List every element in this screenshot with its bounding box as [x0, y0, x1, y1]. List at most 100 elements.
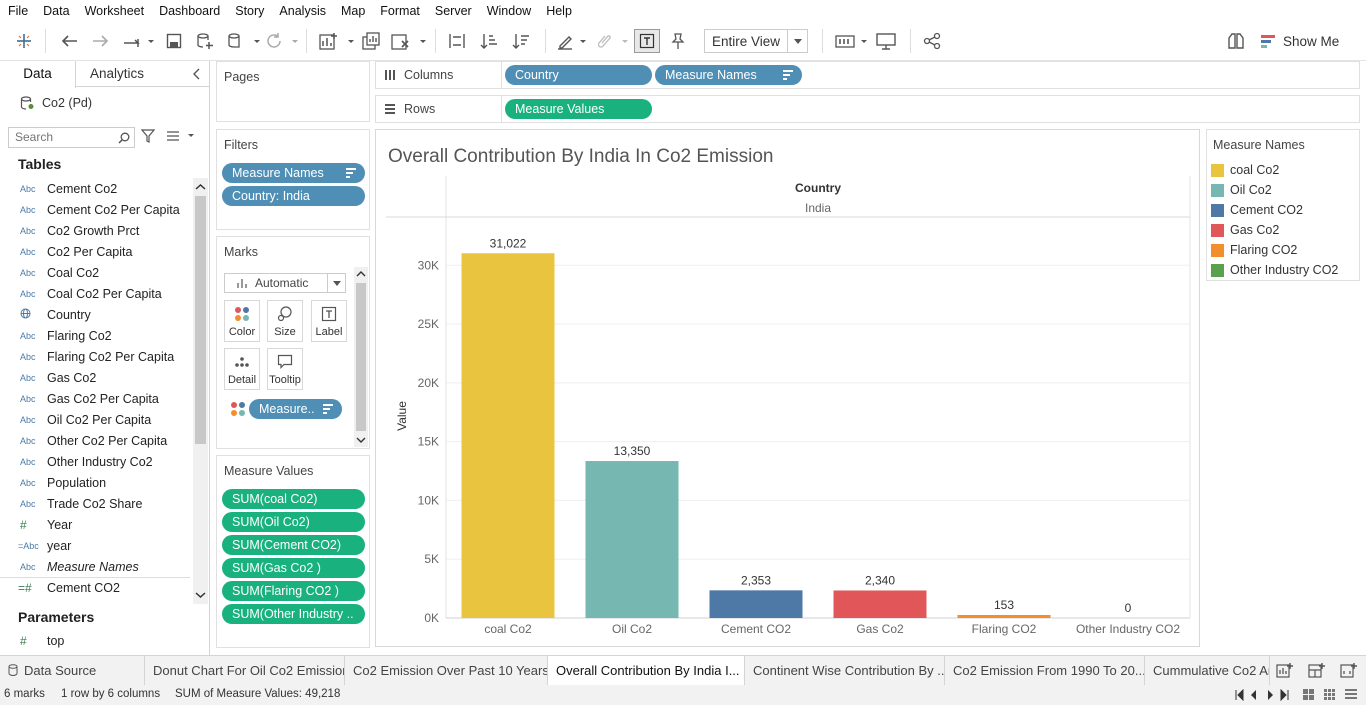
legend-item[interactable]: Gas Co2	[1211, 220, 1279, 240]
field-item[interactable]: Abc Other Industry Co2	[0, 451, 190, 472]
field-item[interactable]: Abc Other Co2 Per Capita	[0, 430, 190, 451]
field-item[interactable]: Abc Trade Co2 Share	[0, 493, 190, 514]
refresh-icon[interactable]	[264, 29, 300, 53]
redo-icon[interactable]	[90, 29, 112, 53]
field-item[interactable]: Abc Gas Co2 Per Capita	[0, 388, 190, 409]
measure-value-pill[interactable]: SUM(Oil Co2)	[222, 512, 365, 532]
menu-window[interactable]: Window	[479, 4, 538, 18]
tab-data-source[interactable]: Data Source	[0, 656, 145, 686]
bar[interactable]	[957, 615, 1051, 618]
field-list-scrollbar[interactable]	[193, 178, 208, 604]
field-item[interactable]: Country	[0, 304, 190, 325]
field-item[interactable]: Abc Cement Co2	[0, 178, 190, 199]
sheet-tab[interactable]: Donut Chart For Oil Co2 Emission	[145, 656, 345, 686]
color-legend[interactable]: Measure Names coal Co2 Oil Co2 Cement CO2 G…	[1206, 129, 1360, 281]
field-item[interactable]: Abc Cement Co2 Per Capita	[0, 199, 190, 220]
legend-item[interactable]: coal Co2	[1211, 160, 1279, 180]
menu-server[interactable]: Server	[427, 4, 479, 18]
collapse-pane-icon[interactable]	[192, 61, 206, 87]
share-icon[interactable]	[920, 29, 944, 53]
scrollbar-thumb[interactable]	[356, 283, 366, 431]
replay-icon[interactable]	[120, 29, 156, 53]
bar[interactable]	[461, 253, 555, 619]
column-header-value[interactable]: India	[805, 201, 831, 215]
menu-map[interactable]: Map	[333, 4, 372, 18]
highlight-icon[interactable]	[556, 29, 588, 53]
clear-sheet-icon[interactable]	[390, 29, 428, 53]
field-item[interactable]: Abc Oil Co2 Per Capita	[0, 409, 190, 430]
filters-shelf[interactable]: Filters Measure Names Country: India	[216, 129, 370, 230]
marks-scrollbar[interactable]	[354, 267, 368, 447]
mark-type-dropdown[interactable]: Automatic	[224, 273, 346, 293]
tab-data[interactable]: Data	[0, 61, 76, 88]
scroll-up-icon[interactable]	[193, 181, 208, 193]
view-options-icon[interactable]	[166, 129, 196, 146]
sheet-tab[interactable]: Continent Wise Contribution By ...	[745, 656, 945, 686]
tooltip-button[interactable]: Tooltip	[267, 348, 303, 390]
legend-item[interactable]: Oil Co2	[1211, 180, 1272, 200]
field-item[interactable]: Abc Coal Co2 Per Capita	[0, 283, 190, 304]
fit-dropdown[interactable]: Entire View	[704, 29, 808, 53]
bar[interactable]	[709, 590, 803, 618]
sheet-tab[interactable]: Cummulative Co2 An	[1145, 656, 1270, 686]
measure-value-pill[interactable]: SUM(coal Co2)	[222, 489, 365, 509]
field-item[interactable]: Abc Coal Co2	[0, 262, 190, 283]
binoculars-icon[interactable]	[1224, 29, 1248, 53]
new-story-tab-icon[interactable]	[1340, 662, 1358, 683]
search-input[interactable]	[9, 128, 109, 146]
field-item[interactable]: Abc Population	[0, 472, 190, 493]
color-button[interactable]: Color	[224, 300, 260, 342]
columns-shelf[interactable]: Columns Country Measure Names	[375, 61, 1360, 89]
group-members-icon[interactable]	[594, 29, 630, 53]
menu-dashboard[interactable]: Dashboard	[151, 4, 227, 18]
legend-item[interactable]: Flaring CO2	[1211, 240, 1297, 260]
measure-value-pill[interactable]: SUM(Other Industry ..	[222, 604, 365, 624]
show-cards-icon[interactable]	[834, 29, 870, 53]
field-item[interactable]: =# Cement CO2	[0, 577, 190, 598]
field-item[interactable]: # Year	[0, 514, 190, 535]
scrollbar-thumb[interactable]	[195, 196, 206, 444]
view-mode-icons[interactable]	[1302, 688, 1362, 702]
measure-value-pill[interactable]: SUM(Cement CO2)	[222, 535, 365, 555]
filter-pill-measure-names[interactable]: Measure Names	[222, 163, 365, 183]
swap-rows-columns-icon[interactable]	[446, 29, 468, 53]
columns-pill-measure-names[interactable]: Measure Names	[655, 65, 802, 85]
sheet-tab[interactable]: Overall Contribution By India I...	[548, 656, 745, 686]
sheet-navigation-icon[interactable]	[1234, 689, 1304, 701]
menu-format[interactable]: Format	[372, 4, 427, 18]
undo-icon[interactable]	[58, 29, 80, 53]
tab-analytics[interactable]: Analytics	[90, 61, 170, 87]
sort-descending-icon[interactable]	[510, 29, 532, 53]
search-field[interactable]	[8, 127, 135, 148]
new-datasource-icon[interactable]	[194, 29, 216, 53]
bar[interactable]	[833, 590, 927, 618]
field-item[interactable]: Abc Flaring Co2	[0, 325, 190, 346]
show-mark-labels-icon[interactable]	[634, 29, 660, 53]
new-worksheet-icon[interactable]	[318, 29, 356, 53]
scroll-up-icon[interactable]	[354, 269, 368, 279]
measure-values-shelf[interactable]: Measure Values SUM(coal Co2) SUM(Oil Co2)…	[216, 455, 370, 648]
detail-button[interactable]: Detail	[224, 348, 260, 390]
presentation-mode-icon[interactable]	[874, 29, 898, 53]
menu-story[interactable]: Story	[227, 4, 271, 18]
legend-item[interactable]: Cement CO2	[1211, 200, 1303, 220]
field-item[interactable]: =Abc year	[0, 535, 190, 556]
columns-pill-country[interactable]: Country	[505, 65, 652, 85]
parameter-item[interactable]: # top	[0, 630, 190, 651]
menu-file[interactable]: File	[0, 4, 35, 18]
datasource-row[interactable]: Co2 (Pd)	[20, 94, 92, 112]
sheet-tab[interactable]: Co2 Emission Over Past 10 Years	[345, 656, 548, 686]
scroll-down-icon[interactable]	[193, 589, 208, 601]
field-item[interactable]: Abc Co2 Per Capita	[0, 241, 190, 262]
menu-worksheet[interactable]: Worksheet	[77, 4, 152, 18]
menu-help[interactable]: Help	[538, 4, 579, 18]
field-item[interactable]: Abc Co2 Growth Prct	[0, 220, 190, 241]
field-item[interactable]: Abc Measure Names	[0, 556, 190, 577]
bar[interactable]	[585, 461, 679, 618]
new-worksheet-tab-icon[interactable]	[1276, 662, 1294, 683]
new-dashboard-tab-icon[interactable]	[1308, 662, 1326, 683]
pages-shelf[interactable]: Pages	[216, 61, 370, 122]
tableau-logo-icon[interactable]	[12, 29, 36, 53]
rows-shelf[interactable]: Rows Measure Values	[375, 95, 1360, 123]
marks-pill-measure-names[interactable]: Measure..	[249, 399, 342, 419]
